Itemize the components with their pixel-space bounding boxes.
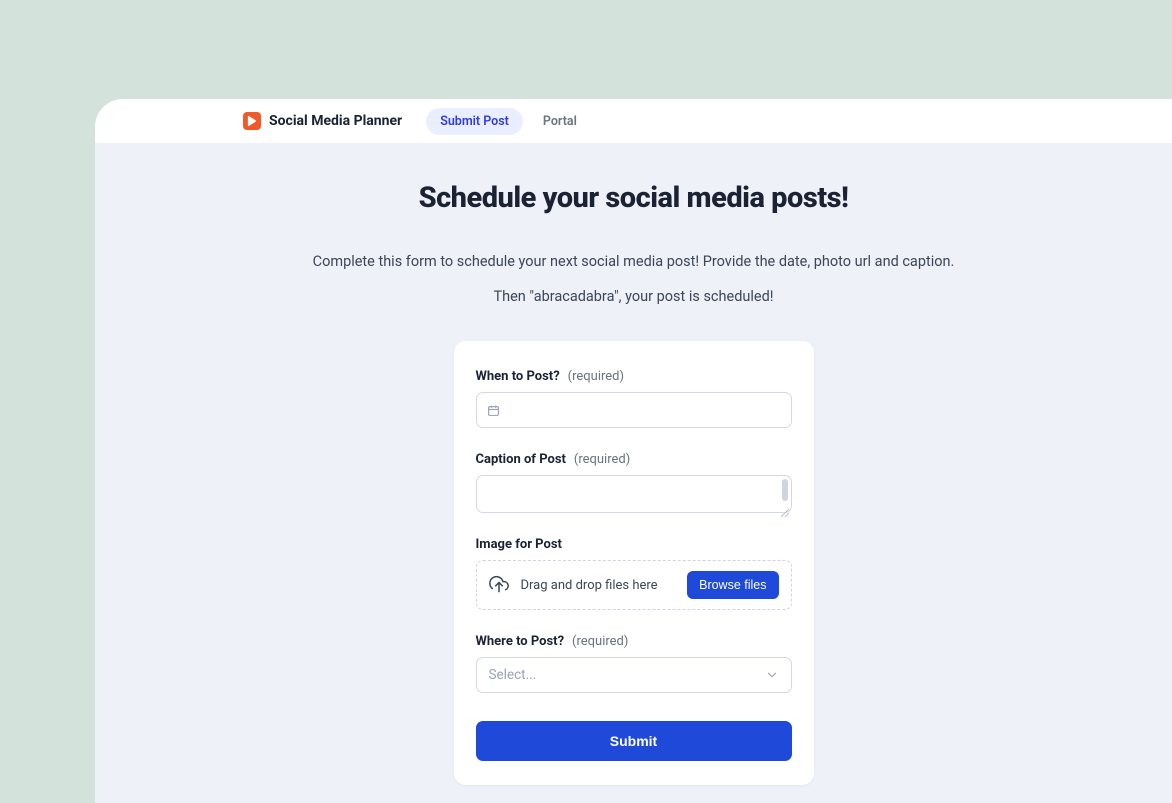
field-when: When to Post? (required) bbox=[476, 365, 792, 428]
main-content: Schedule your social media posts! Comple… bbox=[95, 143, 1172, 785]
label-when: When to Post? bbox=[476, 369, 560, 384]
date-input[interactable] bbox=[508, 403, 781, 418]
cloud-upload-icon bbox=[489, 575, 509, 595]
field-caption: Caption of Post (required) bbox=[476, 448, 792, 513]
calendar-icon bbox=[487, 404, 500, 417]
textarea-scrollbar[interactable] bbox=[782, 479, 788, 501]
required-when: (required) bbox=[568, 369, 624, 384]
brand-logo-icon bbox=[243, 112, 261, 130]
label-image: Image for Post bbox=[476, 537, 562, 552]
image-dropzone[interactable]: Drag and drop files here Browse files bbox=[476, 560, 792, 610]
brand: Social Media Planner bbox=[243, 112, 402, 130]
field-where: Where to Post? (required) Select... bbox=[476, 630, 792, 693]
submit-button[interactable]: Submit bbox=[476, 721, 792, 761]
page-title: Schedule your social media posts! bbox=[95, 181, 1172, 215]
textarea-resize-handle[interactable] bbox=[781, 502, 789, 510]
chevron-down-icon bbox=[765, 668, 779, 682]
page-subtitle-2: Then "abracadabra", your post is schedul… bbox=[95, 288, 1172, 305]
select-where-to-post[interactable]: Select... bbox=[476, 657, 792, 693]
label-caption: Caption of Post bbox=[476, 452, 566, 467]
dropzone-left: Drag and drop files here bbox=[489, 575, 658, 595]
tab-submit-post[interactable]: Submit Post bbox=[426, 108, 523, 135]
form-card: When to Post? (required) Caption bbox=[454, 341, 814, 785]
field-image: Image for Post Drag and drop files here bbox=[476, 533, 792, 610]
app-panel: Social Media Planner Submit Post Portal … bbox=[95, 99, 1172, 803]
dropzone-text: Drag and drop files here bbox=[521, 578, 658, 593]
app-header: Social Media Planner Submit Post Portal bbox=[95, 99, 1172, 143]
input-when-to-post[interactable] bbox=[476, 392, 792, 428]
textarea-caption-wrapper bbox=[476, 475, 792, 513]
caption-textarea[interactable] bbox=[477, 476, 791, 512]
page-subtitle-1: Complete this form to schedule your next… bbox=[95, 253, 1172, 270]
required-where: (required) bbox=[572, 634, 628, 649]
label-where: Where to Post? bbox=[476, 634, 565, 649]
nav-tabs: Submit Post Portal bbox=[426, 108, 591, 135]
brand-name: Social Media Planner bbox=[269, 113, 402, 129]
tab-portal[interactable]: Portal bbox=[529, 108, 591, 135]
select-placeholder: Select... bbox=[489, 667, 537, 683]
browse-files-button[interactable]: Browse files bbox=[687, 571, 778, 599]
required-caption: (required) bbox=[574, 452, 630, 467]
